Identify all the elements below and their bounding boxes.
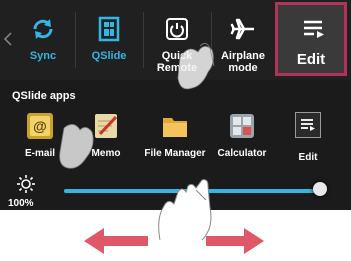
hand-swipe-icon [158,179,212,241]
hand-swipe-icon [59,124,94,169]
gesture-overlay [59,43,264,254]
hand-swipe-icon [177,43,215,90]
swipe-left-arrow-icon [84,228,148,254]
swipe-right-arrow-icon [206,228,264,254]
